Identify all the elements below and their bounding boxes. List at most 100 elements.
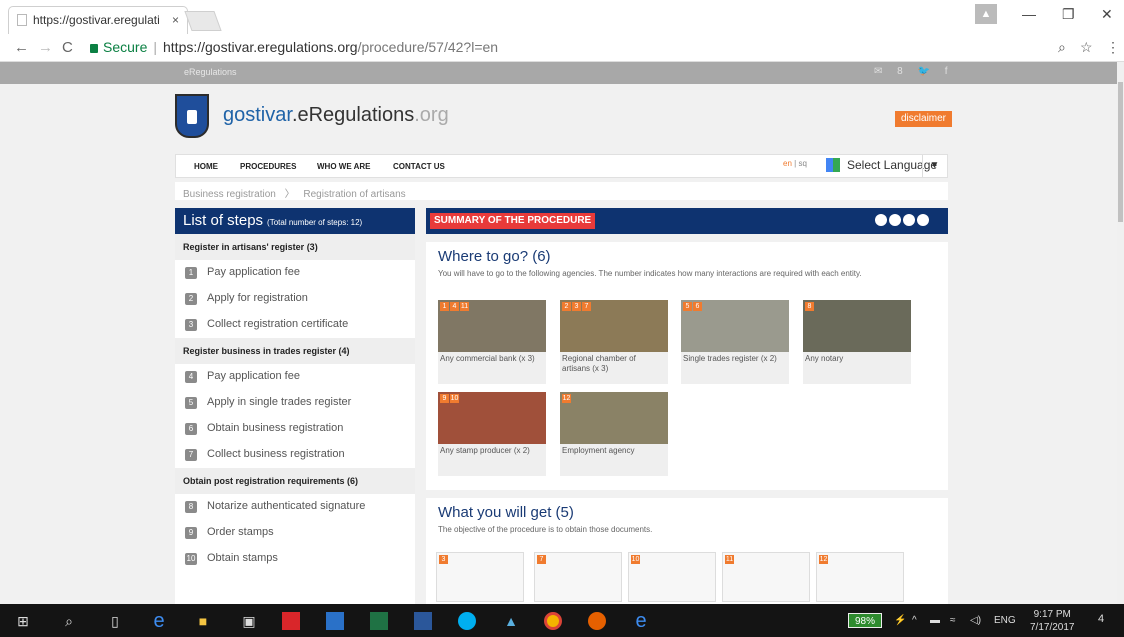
- new-tab-button[interactable]: [184, 11, 222, 31]
- battery-indicator[interactable]: 98%: [848, 613, 882, 628]
- prev-icon[interactable]: [903, 214, 915, 226]
- print-icon[interactable]: [875, 214, 887, 226]
- search-icon[interactable]: ⌕: [60, 612, 78, 630]
- step-group-title[interactable]: Obtain post registration requirements (6…: [175, 468, 415, 494]
- step-item[interactable]: 1 Pay application fee: [175, 260, 415, 286]
- page-viewport: eRegulations ✉ 8 🐦 f gostivar.eRegulatio…: [0, 62, 1117, 604]
- url-field[interactable]: Secure | https://gostivar.eregulations.org…: [90, 39, 498, 55]
- minimize-icon[interactable]: —: [1022, 6, 1036, 22]
- back-icon[interactable]: ←: [14, 39, 29, 56]
- edge-icon[interactable]: e: [150, 611, 168, 631]
- close-tab-icon[interactable]: ×: [172, 13, 179, 27]
- menu-home[interactable]: HOME: [194, 155, 218, 171]
- document-thumbnail[interactable]: 11: [722, 552, 810, 602]
- notification-icon[interactable]: 4: [1098, 613, 1104, 625]
- profile-icon[interactable]: ▲: [975, 4, 997, 24]
- maximize-icon[interactable]: ❐: [1062, 6, 1075, 23]
- menu-dots-icon[interactable]: ⋮: [1106, 39, 1120, 56]
- volume-icon[interactable]: ◁): [970, 615, 981, 626]
- breadcrumb-item[interactable]: Registration of artisans: [303, 189, 405, 200]
- word-icon[interactable]: [414, 612, 432, 630]
- agency-card[interactable]: 237 Regional chamber of artisans (x 3): [560, 300, 668, 384]
- forward-icon[interactable]: →: [38, 39, 53, 56]
- store-icon[interactable]: ▣: [240, 612, 258, 630]
- agency-card[interactable]: 9 10 Any stamp producer (x 2): [438, 392, 546, 476]
- step-item[interactable]: 9 Order stamps: [175, 520, 415, 546]
- outlook-icon[interactable]: [326, 612, 344, 630]
- document-thumbnail[interactable]: 3: [436, 552, 524, 602]
- where-description: You will have to go to the following age…: [438, 269, 862, 278]
- menu-who-we-are[interactable]: WHO WE ARE: [317, 155, 370, 171]
- internet-explorer-icon[interactable]: e: [632, 611, 650, 631]
- social-icons[interactable]: ✉ 8 🐦 f: [874, 66, 954, 77]
- lang-sq[interactable]: sq: [798, 159, 806, 168]
- file-explorer-icon[interactable]: ■: [194, 612, 212, 630]
- agency-caption: Employment agency: [562, 446, 635, 455]
- chrome-icon[interactable]: [544, 612, 562, 630]
- firefox-icon[interactable]: [588, 612, 606, 630]
- tab-title: https://gostivar.eregulati: [33, 13, 160, 27]
- page-icon: [17, 14, 27, 26]
- step-group-title[interactable]: Register business in trades register (4): [175, 338, 415, 364]
- step-item[interactable]: 7 Collect business registration: [175, 442, 415, 468]
- page-scrollbar[interactable]: [1117, 62, 1124, 604]
- power-icon[interactable]: ⚡: [894, 615, 906, 626]
- get-description: The objective of the procedure is to obt…: [438, 525, 653, 534]
- excel-icon[interactable]: [370, 612, 388, 630]
- step-item[interactable]: 5 Apply in single trades register: [175, 390, 415, 416]
- reload-icon[interactable]: C: [62, 39, 73, 56]
- pdf-icon[interactable]: [282, 612, 300, 630]
- what-you-get-card: What you will get (5) The objective of t…: [426, 498, 948, 604]
- step-item[interactable]: 10 Obtain stamps: [175, 546, 415, 572]
- step-item[interactable]: 2 Apply for registration: [175, 286, 415, 312]
- document-thumbnail[interactable]: 10: [628, 552, 716, 602]
- task-view-icon[interactable]: ▯: [106, 612, 124, 630]
- bookmark-star-icon[interactable]: ☆: [1080, 39, 1093, 56]
- menu-contact-us[interactable]: CONTACT US: [393, 155, 445, 171]
- site-brand[interactable]: gostivar.eRegulations.org: [223, 104, 449, 127]
- language-indicator[interactable]: ENG: [994, 615, 1016, 626]
- document-thumbnail[interactable]: 12: [816, 552, 904, 602]
- steps-panel-header: List of steps (Total number of steps: 12): [175, 208, 415, 234]
- agency-card[interactable]: 8 Any notary: [803, 300, 911, 384]
- next-icon[interactable]: [917, 214, 929, 226]
- agency-photo: [803, 300, 911, 352]
- chevron-up-icon[interactable]: ^: [912, 615, 917, 626]
- top-strip: eRegulations ✉ 8 🐦 f: [0, 62, 1117, 84]
- network-icon[interactable]: ▬: [930, 615, 940, 626]
- skype-icon[interactable]: [458, 612, 476, 630]
- agency-photo: [560, 392, 668, 444]
- windows-start-icon[interactable]: ⊞: [14, 612, 32, 630]
- agency-card[interactable]: 12 Employment agency: [560, 392, 668, 476]
- wifi-icon[interactable]: ≈: [950, 615, 956, 626]
- main-menu: HOME PROCEDURES WHO WE ARE CONTACT US en…: [175, 154, 948, 178]
- document-icon[interactable]: [889, 214, 901, 226]
- agency-card[interactable]: 1 4 11 Any commercial bank (x 3): [438, 300, 546, 384]
- step-group-title[interactable]: Register in artisans' register (3): [175, 234, 415, 260]
- photos-icon[interactable]: ▲: [502, 612, 520, 630]
- step-item[interactable]: 6 Obtain business registration: [175, 416, 415, 442]
- gostivar-crest-logo[interactable]: [175, 94, 209, 138]
- step-item[interactable]: 3 Collect registration certificate: [175, 312, 415, 338]
- where-title: Where to go? (6): [438, 248, 551, 265]
- menu-procedures[interactable]: PROCEDURES: [240, 155, 296, 171]
- breadcrumb-item[interactable]: Business registration: [183, 189, 276, 200]
- agency-caption: Any commercial bank (x 3): [440, 354, 535, 363]
- scrollbar-thumb[interactable]: [1118, 82, 1123, 222]
- disclaimer-button[interactable]: disclaimer: [895, 111, 953, 127]
- lang-en[interactable]: en: [783, 159, 792, 168]
- url-host: https://gostivar.eregulations.org: [163, 39, 358, 55]
- close-window-icon[interactable]: ✕: [1101, 6, 1113, 23]
- clock[interactable]: 9:17 PM 7/17/2017: [1030, 608, 1075, 634]
- zoom-icon[interactable]: ⌕: [1058, 39, 1066, 56]
- address-bar: ← → C Secure | https://gostivar.eregulatio…: [0, 34, 1124, 62]
- chevron-down-icon[interactable]: ▼: [922, 155, 946, 177]
- agency-card[interactable]: 56 Single trades register (x 2): [681, 300, 789, 384]
- agency-caption: Any notary: [805, 354, 844, 363]
- taskbar: ⊞ ⌕ ▯ e ■ ▣ ▲ e 98% ⚡ ^ ▬ ≈ ◁) ENG 9:17 …: [0, 604, 1124, 637]
- browser-tab[interactable]: https://gostivar.eregulati ×: [8, 6, 188, 34]
- step-item[interactable]: 4 Pay application fee: [175, 364, 415, 390]
- secure-label: Secure: [103, 39, 148, 55]
- step-item[interactable]: 8 Notarize authenticated signature: [175, 494, 415, 520]
- document-thumbnail[interactable]: 7: [534, 552, 622, 602]
